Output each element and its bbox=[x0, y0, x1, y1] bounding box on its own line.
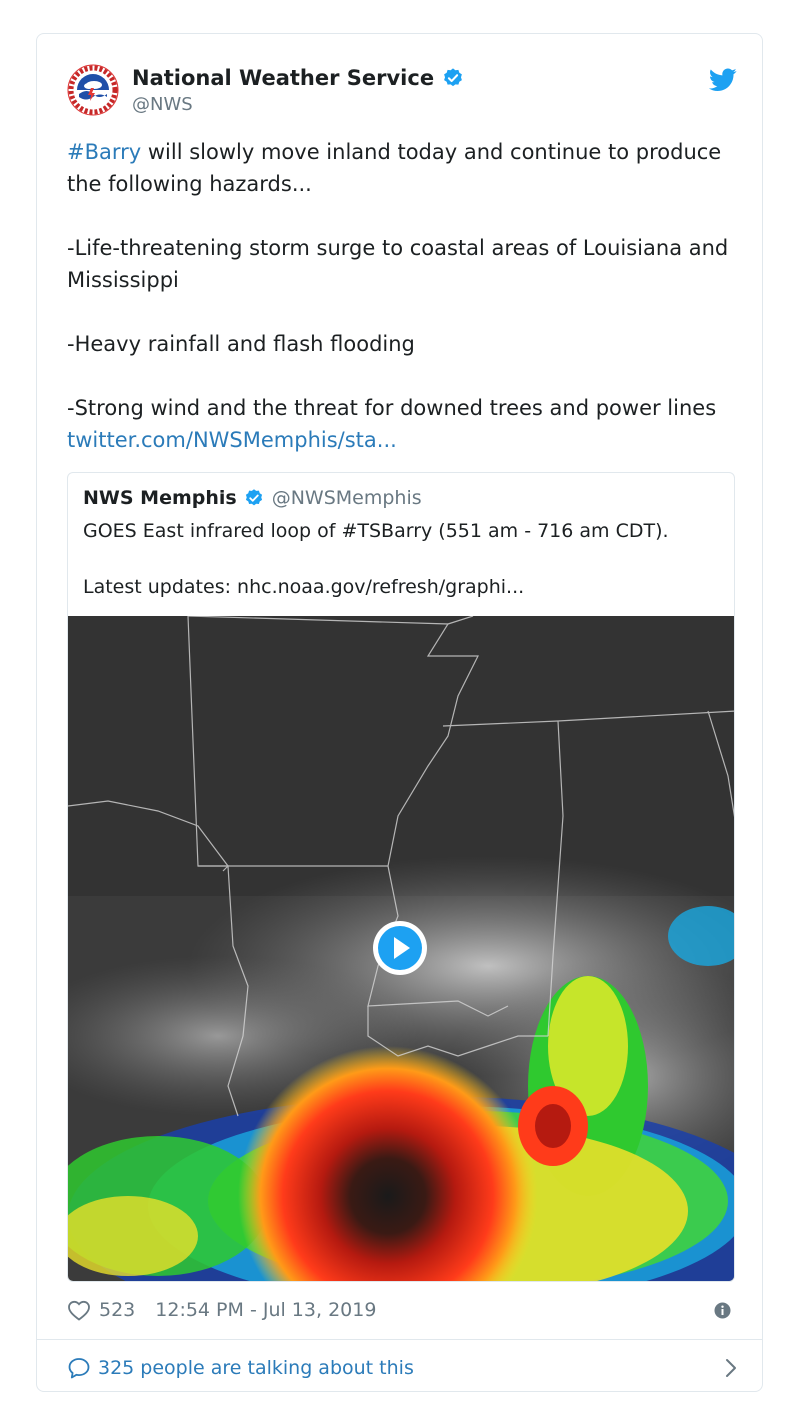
quoted-author-name[interactable]: NWS Memphis bbox=[83, 487, 237, 509]
tweet-hazard-3: -Strong wind and the threat for downed t… bbox=[67, 396, 717, 420]
quoted-tweet-body: GOES East infrared loop of #TSBarry (551… bbox=[83, 517, 723, 601]
conversation-link[interactable]: 325 people are talking about this bbox=[67, 1354, 737, 1382]
heart-icon[interactable] bbox=[67, 1299, 91, 1321]
tweet-card: National Weather Service @NWS #Barry wil… bbox=[36, 33, 763, 1392]
footer-divider bbox=[37, 1339, 762, 1340]
quoted-tweet[interactable]: NWS Memphis @NWSMemphis GOES East infrar… bbox=[67, 472, 735, 1282]
info-icon[interactable] bbox=[714, 1302, 731, 1319]
tweet-hazard-1: -Life-threatening storm surge to coastal… bbox=[67, 236, 729, 292]
hashtag-link[interactable]: #Barry bbox=[67, 140, 141, 164]
quoted-text-line-1: GOES East infrared loop of #TSBarry (551… bbox=[83, 520, 669, 542]
tweet-url-link[interactable]: twitter.com/NWSMemphis/sta... bbox=[67, 428, 397, 452]
tweet-paragraph-intro: #Barry will slowly move inland today and… bbox=[67, 136, 742, 200]
play-icon[interactable] bbox=[371, 919, 429, 977]
author-name[interactable]: National Weather Service bbox=[132, 66, 434, 90]
quoted-author-handle[interactable]: @NWSMemphis bbox=[272, 487, 422, 509]
tweet-intro-text: will slowly move inland today and contin… bbox=[67, 140, 722, 196]
tweet-body: #Barry will slowly move inland today and… bbox=[67, 136, 742, 456]
tweet-header: National Weather Service @NWS bbox=[67, 64, 737, 120]
timestamp-link[interactable]: 12:54 PM - Jul 13, 2019 bbox=[155, 1299, 376, 1321]
tweet-footer: 523 12:54 PM - Jul 13, 2019 bbox=[67, 1296, 737, 1324]
verified-badge-icon bbox=[245, 489, 262, 506]
quoted-text-line-2: Latest updates: nhc.noaa.gov/refresh/gra… bbox=[83, 576, 525, 598]
nws-logo-avatar[interactable] bbox=[67, 64, 119, 116]
tweet-hazard-2: -Heavy rainfall and flash flooding bbox=[67, 332, 415, 356]
quoted-tweet-header: NWS Memphis @NWSMemphis bbox=[83, 487, 422, 509]
chevron-right-icon[interactable] bbox=[725, 1358, 737, 1378]
verified-badge-icon bbox=[444, 68, 462, 87]
like-count[interactable]: 523 bbox=[99, 1299, 135, 1321]
speech-bubble-icon bbox=[68, 1358, 90, 1379]
twitter-bird-icon[interactable] bbox=[709, 68, 737, 92]
tweet-paragraph-hazard-3: -Strong wind and the threat for downed t… bbox=[67, 392, 742, 456]
conversation-count-text[interactable]: 325 people are talking about this bbox=[98, 1357, 414, 1379]
author-handle[interactable]: @NWS bbox=[132, 94, 193, 115]
